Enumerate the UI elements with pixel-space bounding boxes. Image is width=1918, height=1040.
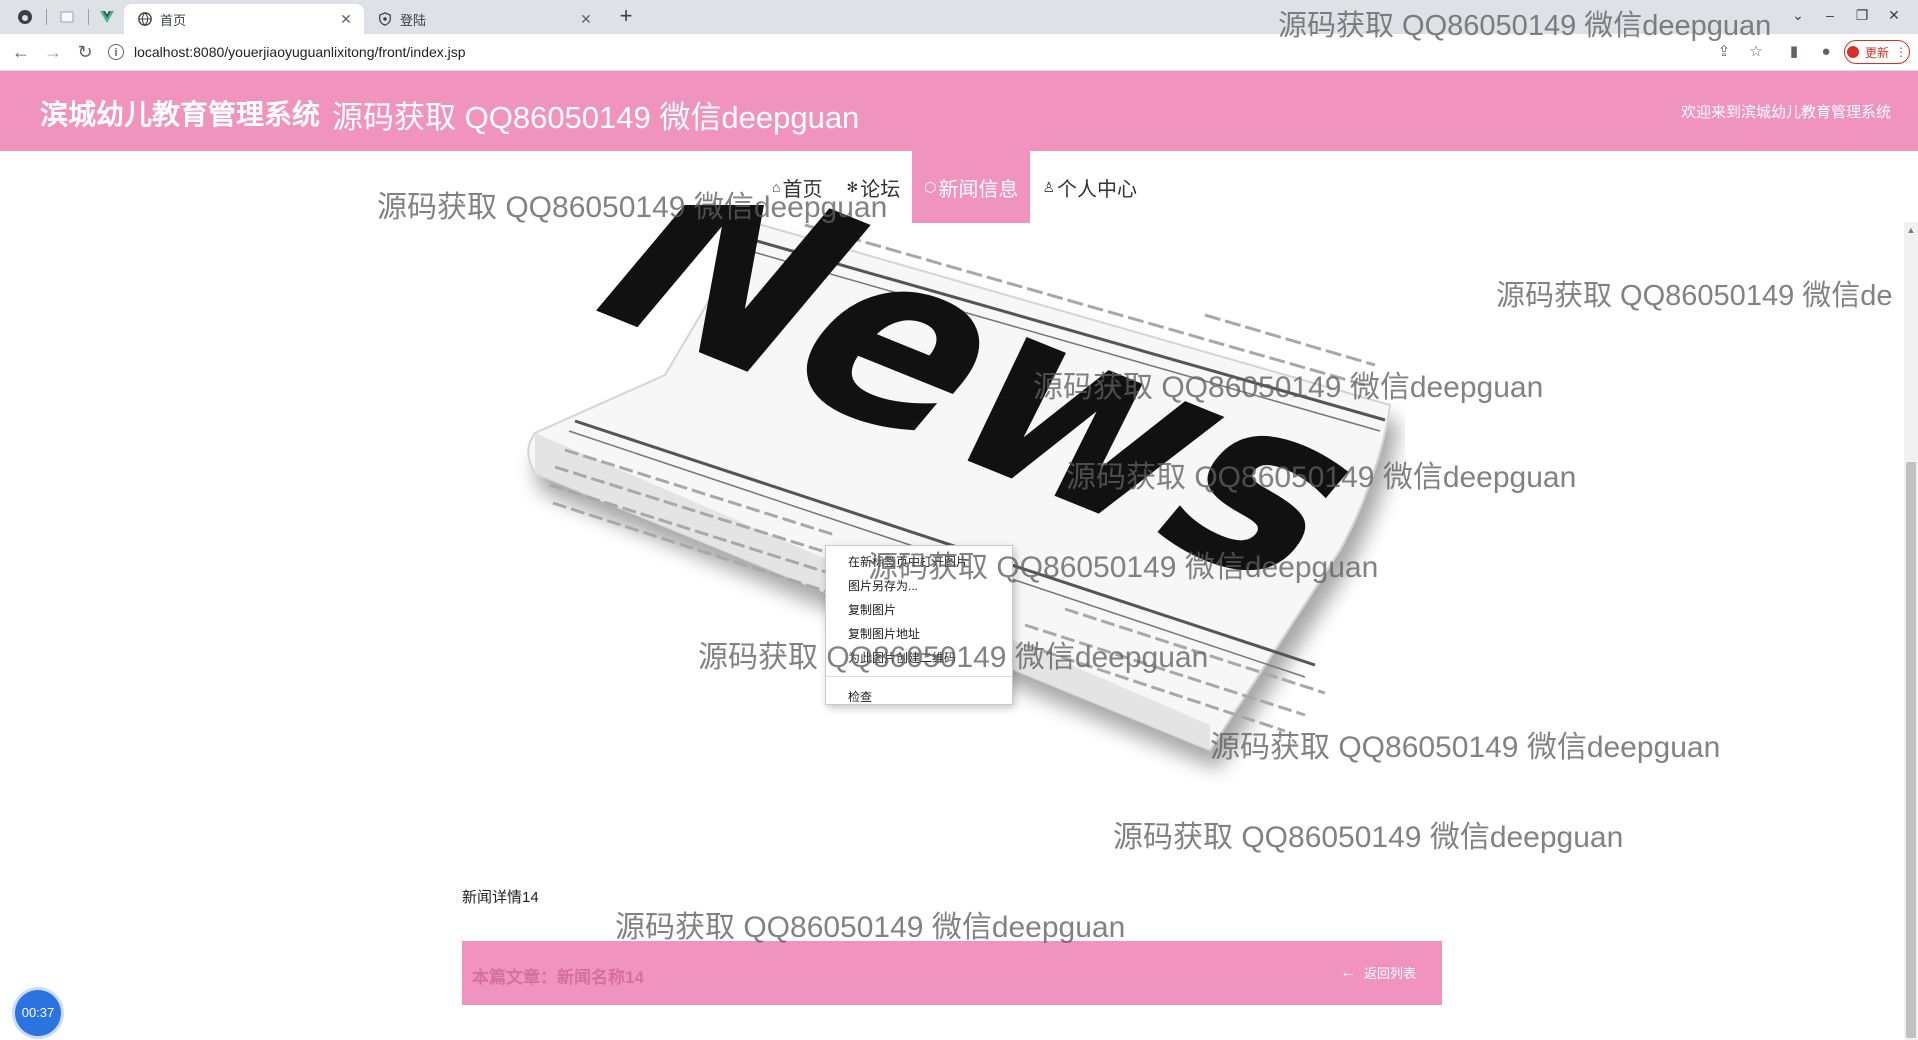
tab-home[interactable]: 首页 ✕ [124, 4, 364, 34]
close-icon[interactable]: ✕ [578, 11, 594, 28]
ctx-create-qr-code[interactable]: 为此图片创建二维码 [826, 646, 1012, 670]
shield-icon [379, 12, 391, 26]
watermark-text: 源码获取 QQ86050149 微信de [1496, 280, 1893, 312]
update-label: 更新 [1864, 45, 1889, 60]
address-bar[interactable]: i localhost:8080/youerjiaoyuguanlixitong… [108, 38, 1798, 66]
watermark-text: 源码获取 QQ86050149 微信deepguan [615, 911, 1126, 944]
reload-icon[interactable]: ↻ [72, 39, 98, 65]
forum-icon: ✻ [846, 178, 859, 195]
nav-label: 个人中心 [1057, 178, 1137, 201]
page-icon [60, 11, 74, 23]
nav-label: 首页 [782, 178, 823, 201]
scrollbar-thumb[interactable] [1906, 462, 1916, 1038]
update-button[interactable]: 更新 ⋮ [1844, 40, 1910, 64]
github-icon [18, 10, 32, 24]
share-icon[interactable]: ⇪ [1714, 42, 1734, 62]
pinned-tab-vue[interactable] [92, 4, 122, 30]
window-close-button[interactable]: ✕ [1870, 0, 1918, 30]
site-title: 滨城幼儿教育管理系统 [40, 99, 321, 130]
browser-tab-bar: 首页 ✕ 登陆 ✕ + ⌄ – ❐ ✕ [0, 0, 1918, 34]
ctx-copy-image-address[interactable]: 复制图片地址 [826, 622, 1012, 646]
new-tab-button[interactable]: + [612, 5, 640, 29]
tab-login[interactable]: 登陆 ✕ [364, 4, 604, 34]
ctx-inspect[interactable]: 检查 [826, 685, 1012, 709]
article-detail-label: 新闻详情14 [462, 889, 539, 906]
vue-icon [100, 11, 114, 23]
tab-title: 首页 [160, 12, 187, 28]
forward-arrow-icon[interactable]: → [40, 39, 66, 65]
news-icon: ⬡ [924, 178, 937, 195]
url-text: localhost:8080/youerjiaoyuguanlixitong/f… [134, 44, 466, 60]
browser-toolbar: ← → ↻ i localhost:8080/youerjiaoyuguanli… [0, 34, 1918, 71]
watermark-text: 源码获取 QQ86050149 微信deepguan [1113, 821, 1624, 854]
article-name: 本篇文章：新闻名称14 [472, 968, 644, 987]
pinned-tab-github[interactable] [10, 4, 40, 30]
ctx-save-image-as[interactable]: 图片另存为... [826, 574, 1012, 598]
back-arrow-icon[interactable]: ← [8, 39, 34, 65]
star-icon[interactable]: ☆ [1746, 42, 1766, 62]
close-icon[interactable]: ✕ [338, 11, 354, 28]
recording-timer: 00:37 [15, 990, 61, 1036]
side-panel-icon[interactable]: ▮ [1784, 42, 1804, 62]
nav-label: 论坛 [860, 178, 901, 201]
tab-title: 登陆 [400, 12, 427, 28]
article-bar: 本篇文章：新闻名称14 ← 返回列表 [462, 941, 1442, 1005]
home-icon: ⌂ [772, 179, 781, 195]
ctx-copy-image[interactable]: 复制图片 [826, 598, 1012, 622]
context-menu: 在新标签页中打开图片 图片另存为... 复制图片 复制图片地址 为此图片创建二维… [825, 545, 1013, 705]
avatar [1846, 46, 1859, 58]
pinned-tab-blank[interactable] [52, 4, 82, 30]
user-icon: ♙ [1042, 178, 1055, 195]
scroll-up-arrow-icon[interactable]: ▲ [1905, 224, 1917, 236]
back-to-list-link[interactable]: ← 返回列表 [1340, 963, 1416, 982]
more-icon: ⋮ [1895, 45, 1907, 59]
globe-icon [138, 12, 152, 26]
profile-icon[interactable]: ● [1816, 42, 1836, 62]
welcome-text: 欢迎来到滨城幼儿教育管理系统 [1680, 104, 1891, 121]
info-icon[interactable]: i [108, 44, 124, 60]
back-label: 返回列表 [1363, 966, 1416, 981]
site-header: 滨城幼儿教育管理系统 欢迎来到滨城幼儿教育管理系统 [0, 71, 1918, 151]
menu-divider [826, 676, 1012, 677]
nav-label: 新闻信息 [938, 178, 1019, 201]
ctx-open-image-new-tab[interactable]: 在新标签页中打开图片 [826, 550, 1012, 574]
arrow-left-icon: ← [1339, 963, 1356, 981]
